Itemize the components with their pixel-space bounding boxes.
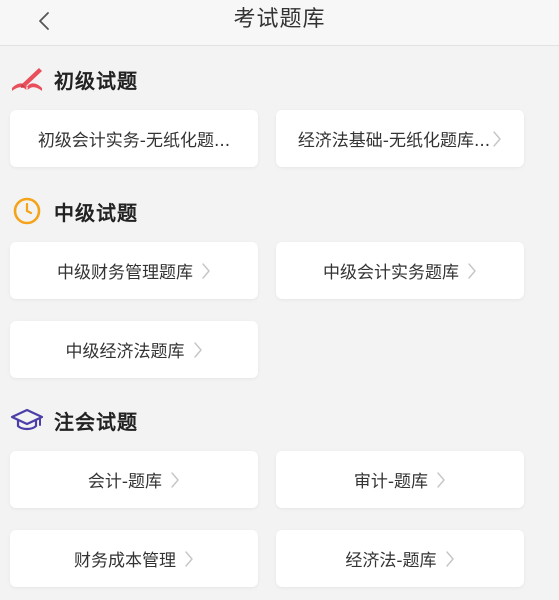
section-header-primary: 初级试题	[10, 63, 138, 95]
graduation-cap-icon	[10, 404, 44, 436]
bank-item-label: 中级财务管理题库	[57, 263, 193, 283]
page-title: 考试题库	[233, 7, 326, 32]
bank-item-primary-economic-law[interactable]: 经济法基础-无纸化题库...	[276, 110, 524, 167]
book-pen-icon	[10, 63, 44, 95]
section-header-cpa: 注会试题	[10, 404, 138, 436]
bank-item-cpa-audit[interactable]: 审计-题库	[276, 451, 524, 508]
chevron-right-icon	[445, 550, 454, 567]
bank-item-cpa-cost-management[interactable]: 财务成本管理	[10, 530, 258, 587]
bank-item-label: 审计-题库	[353, 472, 429, 492]
bank-item-label: 会计-题库	[87, 472, 163, 492]
chevron-right-icon	[185, 550, 193, 567]
section-title: 中级试题	[54, 200, 138, 225]
bank-item-cpa-accounting[interactable]: 会计-题库	[10, 451, 258, 508]
chevron-right-icon	[493, 130, 501, 147]
bank-item-primary-accounting[interactable]: 初级会计实务-无纸化题...	[10, 110, 258, 167]
chevron-right-icon	[468, 262, 476, 279]
clock-icon	[10, 195, 44, 227]
bank-item-intermediate-economic-law[interactable]: 中级经济法题库	[10, 321, 258, 378]
top-nav-bar: 考试题库	[0, 0, 559, 46]
bank-item-intermediate-finance[interactable]: 中级财务管理题库	[10, 242, 258, 299]
chevron-right-icon	[437, 471, 445, 488]
bank-item-intermediate-accounting[interactable]: 中级会计实务题库	[276, 242, 524, 299]
bank-item-cpa-economic-law[interactable]: 经济法-题库	[276, 530, 524, 587]
bank-item-label: 经济法基础-无纸化题库...	[297, 131, 491, 151]
section-title: 初级试题	[54, 68, 138, 93]
section-title: 注会试题	[54, 409, 138, 434]
bank-item-label: 中级会计实务题库	[323, 263, 459, 283]
bank-item-label: 中级经济法题库	[65, 342, 185, 362]
section-header-intermediate: 中级试题	[10, 195, 138, 227]
chevron-right-icon	[202, 262, 210, 279]
chevron-right-icon	[193, 341, 202, 358]
bank-item-label: 初级会计实务-无纸化题...	[37, 131, 231, 151]
bank-item-label: 财务成本管理	[74, 551, 176, 571]
chevron-right-icon	[171, 471, 179, 488]
bank-item-label: 经济法-题库	[345, 551, 437, 571]
